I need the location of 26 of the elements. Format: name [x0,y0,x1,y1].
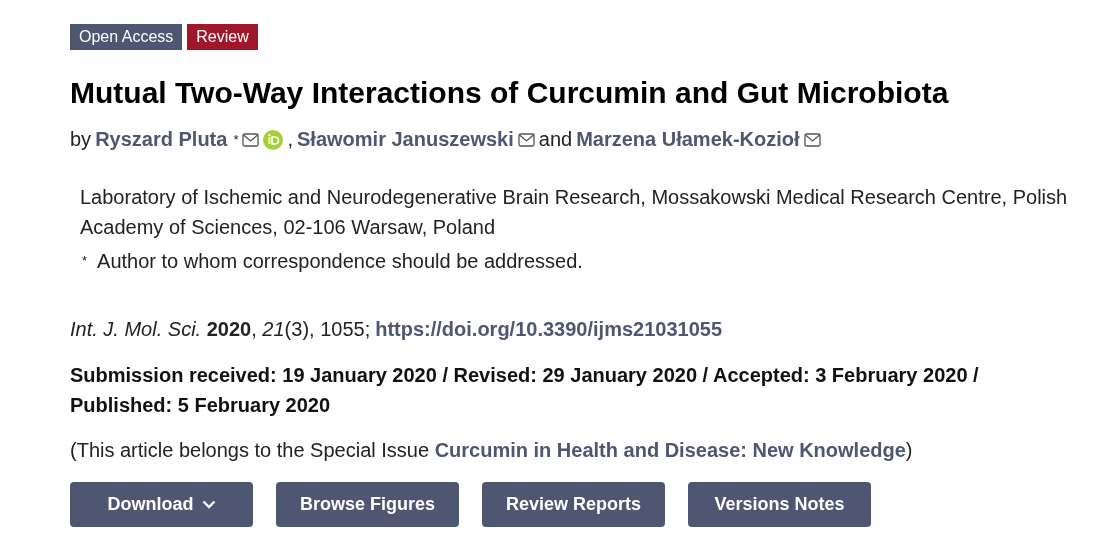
author-link[interactable]: Ryszard Pluta [95,128,228,151]
author-link[interactable]: Marzena Ułamek-Kozioł [576,128,800,151]
access-badge: Open Access [70,24,183,50]
by-label: by [70,128,92,151]
author-link[interactable]: Sławomir Januszewski [297,128,514,151]
action-button[interactable]: Browse Figures [276,482,460,527]
special-issue-note: (This article belongs to the Special Issue Curcumin in Health and Disease: New Knowledge) [70,438,914,463]
article-type-badge: Review [187,24,258,50]
author-separator: , [287,128,293,151]
doi-link[interactable]: https://doi.org/10.3390/ijms21031055 [375,314,723,344]
affiliation: Laboratory of Ischemic and Neurodegenerative Brain Research, Mossakowski Medical Research Centre, Polish Academy of Sciences, 02-106 Warsaw, Poland [80,185,1069,240]
caret-icon [201,500,216,509]
article-title: Mutual Two-Way Interactions of Curcumin and Gut Microbiota [70,76,950,110]
citation: Int. J. Mol. Sci. 2020, 21(3), 1055; [70,317,371,342]
download-dropdown-button[interactable]: Download [70,482,253,527]
special-issue-link[interactable]: Curcumin in Health and Disease: New Knowledge [434,439,906,461]
email-icon[interactable] [517,132,535,147]
email-icon[interactable] [242,132,260,147]
corresponding-mark: * [233,132,239,147]
action-button[interactable]: Versions Notes [688,482,872,527]
action-button[interactable]: Review Reports [482,482,666,527]
corresponding-mark: * [82,252,88,270]
publication-dates: Submission received: 19 January 2020 / Revised: 29 January 2020 / Accepted: 3 February 2020 / Published: 5 February 2020 [70,363,980,418]
correspondence-note: Author to whom correspondence should be addressed. [97,249,583,274]
author-separator: and [538,128,573,151]
email-icon[interactable] [803,132,821,147]
